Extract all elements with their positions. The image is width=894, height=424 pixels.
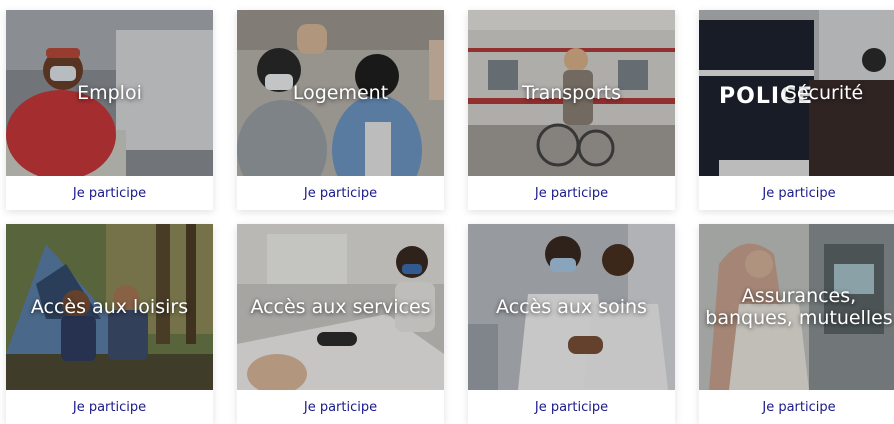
card-image-logement: Logement bbox=[237, 10, 444, 176]
card-image-emploi: Emploi bbox=[6, 10, 213, 176]
card-emploi[interactable]: Emploi Je participe bbox=[6, 10, 213, 210]
card-title: Accès aux soins bbox=[496, 296, 647, 318]
card-transports[interactable]: Transports Je participe bbox=[468, 10, 675, 210]
card-title: Emploi bbox=[77, 82, 142, 104]
je-participe-link-logement[interactable]: Je participe bbox=[237, 176, 444, 210]
card-logement[interactable]: Logement Je participe bbox=[237, 10, 444, 210]
card-image-transports: Transports bbox=[468, 10, 675, 176]
card-title: Accès aux services bbox=[250, 296, 431, 318]
je-participe-link-transports[interactable]: Je participe bbox=[468, 176, 675, 210]
card-image-acces-aux-services: Accès aux services bbox=[237, 224, 444, 390]
card-title: Assurances, banques, mutuelles bbox=[705, 285, 893, 329]
card-title: Transports bbox=[521, 82, 622, 104]
je-participe-link-emploi[interactable]: Je participe bbox=[6, 176, 213, 210]
card-title: Accès aux loisirs bbox=[30, 296, 189, 318]
card-title: Logement bbox=[292, 82, 389, 104]
card-image-securite: POLICE Sécurité bbox=[699, 10, 894, 176]
card-title: Sécurité bbox=[784, 82, 864, 104]
thematic-cards-grid: Emploi Je participe Logement Je particip… bbox=[6, 10, 894, 424]
je-participe-link-assurances-banques-mutuelles[interactable]: Je participe bbox=[699, 390, 894, 424]
je-participe-link-acces-aux-soins[interactable]: Je participe bbox=[468, 390, 675, 424]
card-acces-aux-loisirs[interactable]: Accès aux loisirs Je participe bbox=[6, 224, 213, 424]
card-securite[interactable]: POLICE Sécurité Je participe bbox=[699, 10, 894, 210]
card-assurances-banques-mutuelles[interactable]: Assurances, banques, mutuelles Je partic… bbox=[699, 224, 894, 424]
je-participe-link-acces-aux-services[interactable]: Je participe bbox=[237, 390, 444, 424]
je-participe-link-securite[interactable]: Je participe bbox=[699, 176, 894, 210]
card-image-acces-aux-loisirs: Accès aux loisirs bbox=[6, 224, 213, 390]
card-acces-aux-soins[interactable]: Accès aux soins Je participe bbox=[468, 224, 675, 424]
card-image-acces-aux-soins: Accès aux soins bbox=[468, 224, 675, 390]
card-acces-aux-services[interactable]: Accès aux services Je participe bbox=[237, 224, 444, 424]
card-image-assurances-banques-mutuelles: Assurances, banques, mutuelles bbox=[699, 224, 894, 390]
je-participe-link-acces-aux-loisirs[interactable]: Je participe bbox=[6, 390, 213, 424]
